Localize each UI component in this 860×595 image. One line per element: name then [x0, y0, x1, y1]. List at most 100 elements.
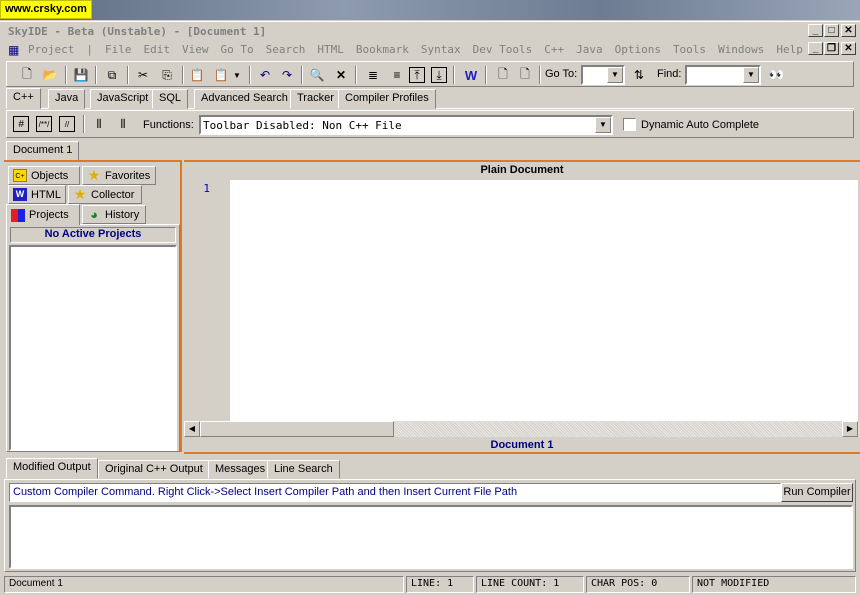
word-wrap-icon[interactable]: W — [461, 65, 481, 85]
find-label: Find: — [657, 68, 682, 80]
tab-javascript[interactable]: JavaScript — [90, 89, 156, 109]
doc-close-button[interactable]: ✕ — [841, 42, 856, 55]
menu-view[interactable]: View — [182, 43, 209, 56]
open-folder-icon[interactable]: 📂 — [40, 65, 60, 85]
block-comment-icon[interactable]: /**/ — [36, 116, 52, 132]
tab-html[interactable]: W HTML — [8, 185, 66, 204]
goto-bottom-icon[interactable]: ⤓ — [431, 67, 447, 83]
projects-panel: No Active Projects — [6, 224, 180, 452]
print-preview-icon[interactable]: 🔍 — [307, 65, 327, 85]
editor-text-area[interactable] — [230, 180, 858, 422]
run-compiler-button[interactable]: Run Compiler — [781, 483, 853, 502]
preprocessor-icon[interactable]: # — [13, 116, 29, 132]
goto-combo[interactable]: ▼ — [581, 65, 625, 85]
remove-bookmark-icon[interactable]: 🗋 — [515, 65, 535, 85]
maximize-button[interactable]: □ — [824, 24, 839, 37]
star-icon: ★ — [87, 167, 101, 183]
paste-dropdown-arrow-icon[interactable]: ▼ — [231, 65, 243, 85]
horizontal-scrollbar[interactable]: ◀ ▶ — [184, 421, 860, 437]
tab-messages[interactable]: Messages — [208, 460, 273, 479]
save-all-icon[interactable]: ⧉ — [102, 65, 122, 85]
tab-java[interactable]: Java — [48, 89, 86, 109]
tab-objects[interactable]: C+ Objects — [8, 166, 80, 185]
functions-dropdown-arrow-icon[interactable]: ▼ — [595, 117, 611, 133]
close-button[interactable]: ✕ — [841, 24, 856, 37]
tab-tracker[interactable]: Tracker — [290, 89, 341, 109]
redo-icon[interactable]: ↷ — [277, 65, 297, 85]
history-icon: ◕ — [90, 207, 98, 222]
dynamic-autocomplete-checkbox[interactable] — [623, 118, 636, 131]
goto-exec-icon[interactable]: ⇅ — [629, 65, 649, 85]
scroll-right-icon[interactable]: ▶ — [842, 421, 858, 437]
menu-cpp[interactable]: C++ — [544, 43, 564, 56]
menu-project[interactable]: Project — [28, 43, 74, 56]
collector-star-icon: ★ — [73, 186, 87, 202]
find-combo[interactable]: ▼ — [685, 65, 761, 85]
binoculars-icon[interactable]: 👀 — [767, 65, 787, 85]
tab-collector-label: Collector — [91, 188, 135, 201]
menu-tools[interactable]: Tools — [673, 43, 706, 56]
tab-original-cpp-output[interactable]: Original C++ Output — [98, 460, 210, 479]
expand-functions-icon[interactable]: ⦀ — [113, 114, 133, 134]
menu-edit[interactable]: Edit — [143, 43, 170, 56]
paste-icon[interactable]: 📋 — [187, 65, 207, 85]
delete-icon[interactable]: ✕ — [331, 65, 351, 85]
tab-document-1[interactable]: Document 1 — [6, 141, 80, 161]
functions-toolbar: # /**/ // ⦀ ⦀ Functions: Toolbar Disable… — [6, 110, 854, 138]
find-dropdown-arrow-icon[interactable]: ▼ — [743, 67, 759, 83]
menu-help[interactable]: Help — [776, 43, 803, 56]
tab-compiler-profiles[interactable]: Compiler Profiles — [338, 89, 436, 109]
tab-modified-output[interactable]: Modified Output — [6, 458, 98, 479]
cut-icon[interactable]: ✂ — [133, 65, 153, 85]
tab-favorites-label: Favorites — [105, 169, 151, 182]
menu-options[interactable]: Options — [615, 43, 661, 56]
collapse-functions-icon[interactable]: ⦀ — [89, 114, 109, 134]
goto-top-icon[interactable]: ⤒ — [409, 67, 425, 83]
main-toolbar: 🗋 📂 💾 ⧉ ✂ ⎘ 📋 📋 ▼ ↶ ↷ 🔍 ✕ ≣ ≡ ⤒ ⤓ W 🗋 🗋 … — [6, 61, 854, 87]
goto-dropdown-arrow-icon[interactable]: ▼ — [607, 67, 623, 83]
compiler-command-input[interactable]: Custom Compiler Command. Right Click->Se… — [9, 483, 781, 502]
save-icon[interactable]: 💾 — [71, 65, 91, 85]
menu-java[interactable]: Java — [576, 43, 603, 56]
tab-cpp[interactable]: C++ — [6, 88, 41, 109]
undo-icon[interactable]: ↶ — [255, 65, 275, 85]
goto-label: Go To: — [545, 68, 578, 80]
menu-file[interactable]: File — [105, 43, 132, 56]
menu-devtools[interactable]: Dev Tools — [473, 43, 533, 56]
new-file-icon[interactable]: 🗋 — [17, 65, 37, 85]
doc-minimize-button[interactable]: _ — [808, 42, 823, 55]
line-comment-icon[interactable]: // — [59, 116, 75, 132]
window-title: SkyIDE - Beta (Unstable) - [Document 1] — [8, 25, 267, 38]
tab-advanced-search[interactable]: Advanced Search — [194, 89, 295, 109]
output-tab-body: Custom Compiler Command. Right Click->Se… — [4, 479, 856, 572]
menu-syntax[interactable]: Syntax — [421, 43, 461, 56]
doc-restore-button[interactable]: ❐ — [824, 42, 839, 55]
paste-special-icon[interactable]: 📋 — [211, 65, 231, 85]
menu-html[interactable]: HTML — [317, 43, 344, 56]
watermark-label: www.crsky.com — [0, 0, 92, 19]
scroll-left-icon[interactable]: ◀ — [184, 421, 200, 437]
menu-bookmark[interactable]: Bookmark — [356, 43, 409, 56]
functions-select[interactable]: Toolbar Disabled: Non C++ File ▼ — [199, 115, 613, 135]
indent-icon[interactable]: ≣ — [363, 65, 383, 85]
outdent-icon[interactable]: ≡ — [387, 65, 407, 85]
tab-history[interactable]: ◕ History — [82, 205, 146, 224]
copy-icon[interactable]: ⎘ — [157, 65, 177, 85]
projects-list[interactable] — [9, 245, 177, 451]
tab-line-search[interactable]: Line Search — [267, 460, 340, 479]
tab-projects[interactable]: Projects — [6, 204, 80, 225]
menu-windows[interactable]: Windows — [718, 43, 764, 56]
status-modified: NOT MODIFIED — [692, 576, 856, 593]
menu-goto[interactable]: Go To — [220, 43, 253, 56]
menu-search[interactable]: Search — [266, 43, 306, 56]
html-icon: W — [13, 188, 27, 201]
output-text-area[interactable] — [9, 505, 853, 569]
tab-sql[interactable]: SQL — [152, 89, 189, 109]
scrollbar-thumb[interactable] — [200, 421, 394, 437]
minimize-button[interactable]: _ — [808, 24, 823, 37]
add-bookmark-icon[interactable]: 🗋 — [493, 65, 513, 85]
line-number: 1 — [203, 182, 210, 195]
tab-favorites[interactable]: ★ Favorites — [82, 166, 156, 185]
editor-header: Plain Document — [480, 164, 564, 176]
tab-collector[interactable]: ★ Collector — [68, 185, 142, 204]
